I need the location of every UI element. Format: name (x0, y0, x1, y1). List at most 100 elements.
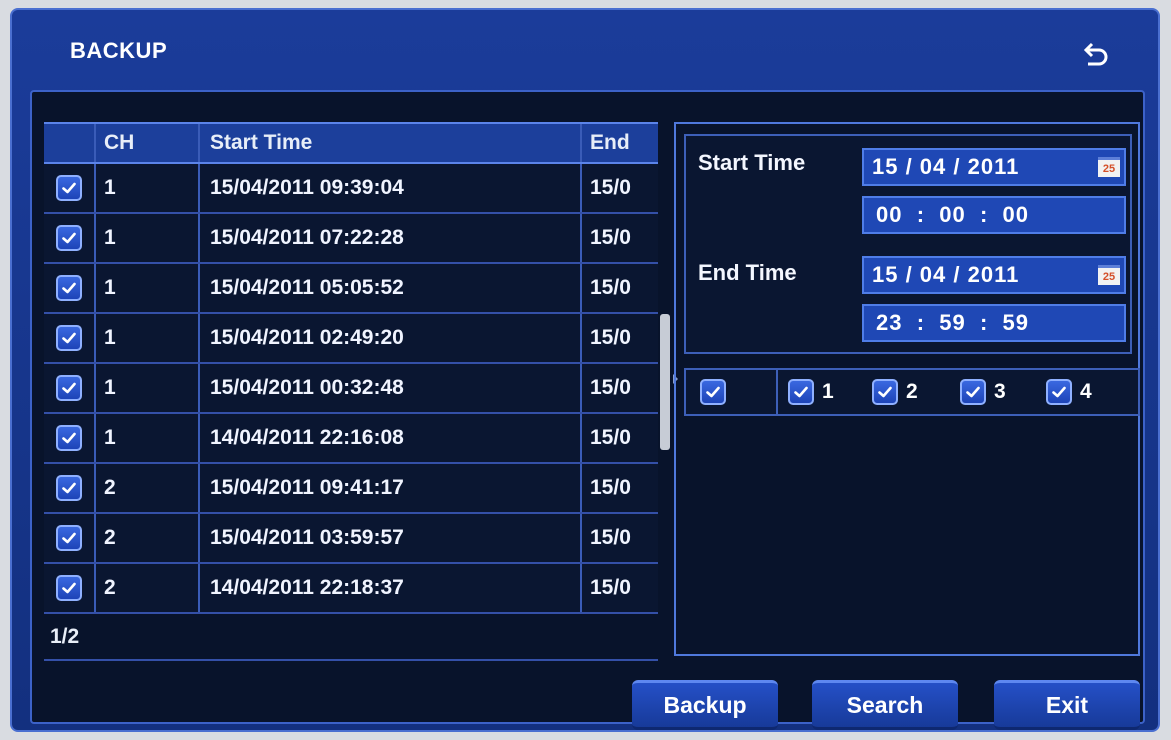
table-row[interactable]: 1 15/04/2011 07:22:28 15/0 (44, 214, 658, 264)
record-table: CH Start Time End 1 15/04/2011 09:39:04 15… (44, 122, 658, 661)
check-icon (705, 384, 721, 400)
row-ch: 1 (94, 214, 198, 262)
row-start-time: 15/04/2011 02:49:20 (198, 314, 580, 362)
row-end-time: 15/0 (580, 164, 658, 212)
row-checkbox[interactable] (56, 175, 82, 201)
backup-window: BACKUP CH Start Time End 1 15/04/2011 09:… (10, 8, 1160, 732)
row-end-time: 15/0 (580, 564, 658, 612)
end-time-label: End Time (698, 260, 797, 285)
checkbox-box[interactable] (1046, 379, 1072, 405)
row-checkbox[interactable] (56, 475, 82, 501)
header-end: End (580, 124, 658, 162)
calendar-icon[interactable]: 25 (1098, 265, 1120, 285)
channel-checkbox[interactable]: 2 (872, 379, 918, 405)
start-time-label: Start Time (698, 150, 806, 175)
check-icon (61, 480, 77, 496)
row-ch: 1 (94, 364, 198, 412)
channel-divider (776, 370, 778, 414)
row-checkbox[interactable] (56, 375, 82, 401)
row-ch: 2 (94, 564, 198, 612)
table-row[interactable]: 2 14/04/2011 22:18:37 15/0 (44, 564, 658, 614)
row-checkbox[interactable] (56, 525, 82, 551)
channel-checkbox[interactable]: 1 (788, 379, 834, 405)
row-select-cell (44, 414, 94, 462)
row-start-time: 15/04/2011 00:32:48 (198, 364, 580, 412)
row-start-time: 15/04/2011 09:41:17 (198, 464, 580, 512)
channel-label: 2 (906, 380, 918, 403)
row-ch: 1 (94, 264, 198, 312)
row-start-time: 14/04/2011 22:18:37 (198, 564, 580, 612)
row-select-cell (44, 264, 94, 312)
start-date-field[interactable]: 15 / 04 / 2011 25 (862, 148, 1126, 186)
start-time-value: 00 : 00 : 00 (876, 202, 1029, 227)
end-time-field[interactable]: 23 : 59 : 59 (862, 304, 1126, 342)
return-arrow-icon[interactable] (1080, 40, 1110, 70)
row-start-time: 15/04/2011 05:05:52 (198, 264, 580, 312)
check-icon (793, 384, 809, 400)
channel-label: 3 (994, 380, 1006, 403)
checkbox-box[interactable] (872, 379, 898, 405)
table-row[interactable]: 1 15/04/2011 02:49:20 15/0 (44, 314, 658, 364)
search-button[interactable]: Search (812, 680, 958, 730)
row-checkbox[interactable] (56, 425, 82, 451)
channel-all-checkbox[interactable] (700, 379, 734, 405)
table-row[interactable]: 1 15/04/2011 09:39:04 15/0 (44, 164, 658, 214)
checkbox-box[interactable] (700, 379, 726, 405)
row-start-time: 15/04/2011 03:59:57 (198, 514, 580, 562)
header-ch: CH (94, 124, 198, 162)
row-checkbox[interactable] (56, 325, 82, 351)
checkbox-box[interactable] (960, 379, 986, 405)
row-checkbox[interactable] (56, 575, 82, 601)
check-icon (965, 384, 981, 400)
channel-selector: 1 2 3 4 (684, 368, 1140, 416)
row-checkbox[interactable] (56, 225, 82, 251)
calendar-icon[interactable]: 25 (1098, 157, 1120, 177)
header-start-time: Start Time (198, 124, 580, 162)
filter-panel: Start Time 15 / 04 / 2011 25 00 : 00 : 0… (674, 122, 1140, 656)
channel-checkbox[interactable]: 4 (1046, 379, 1092, 405)
table-row[interactable]: 1 15/04/2011 05:05:52 15/0 (44, 264, 658, 314)
check-icon (61, 430, 77, 446)
row-ch: 1 (94, 414, 198, 462)
exit-button[interactable]: Exit (994, 680, 1140, 730)
time-range-box: Start Time 15 / 04 / 2011 25 00 : 00 : 0… (684, 134, 1132, 354)
channel-checkbox[interactable]: 3 (960, 379, 1006, 405)
check-icon (61, 580, 77, 596)
table-row[interactable]: 1 14/04/2011 22:16:08 15/0 (44, 414, 658, 464)
start-time-field[interactable]: 00 : 00 : 00 (862, 196, 1126, 234)
row-select-cell (44, 564, 94, 612)
check-icon (61, 330, 77, 346)
row-select-cell (44, 514, 94, 562)
table-row[interactable]: 2 15/04/2011 03:59:57 15/0 (44, 514, 658, 564)
end-date-field[interactable]: 15 / 04 / 2011 25 (862, 256, 1126, 294)
row-select-cell (44, 364, 94, 412)
table-header: CH Start Time End (44, 122, 658, 164)
row-end-time: 15/0 (580, 514, 658, 562)
end-time-value: 23 : 59 : 59 (876, 310, 1029, 335)
row-end-time: 15/0 (580, 414, 658, 462)
row-start-time: 15/04/2011 09:39:04 (198, 164, 580, 212)
table-row[interactable]: 1 15/04/2011 00:32:48 15/0 (44, 364, 658, 414)
row-end-time: 15/0 (580, 314, 658, 362)
window-title: BACKUP (70, 38, 168, 63)
row-checkbox[interactable] (56, 275, 82, 301)
check-icon (61, 230, 77, 246)
row-end-time: 15/0 (580, 264, 658, 312)
backup-button[interactable]: Backup (632, 680, 778, 730)
row-start-time: 15/04/2011 07:22:28 (198, 214, 580, 262)
checkbox-box[interactable] (788, 379, 814, 405)
backup-content: CH Start Time End 1 15/04/2011 09:39:04 15… (30, 90, 1145, 724)
end-date-value: 15 / 04 / 2011 (872, 262, 1020, 287)
table-row[interactable]: 2 15/04/2011 09:41:17 15/0 (44, 464, 658, 514)
channel-label: 4 (1080, 380, 1092, 403)
header-select (44, 124, 94, 162)
page-indicator: 1/2 (44, 615, 658, 661)
row-end-time: 15/0 (580, 464, 658, 512)
check-icon (61, 380, 77, 396)
row-select-cell (44, 214, 94, 262)
check-icon (1051, 384, 1067, 400)
row-select-cell (44, 164, 94, 212)
table-scrollbar[interactable] (660, 314, 670, 450)
row-end-time: 15/0 (580, 364, 658, 412)
channel-label: 1 (822, 380, 834, 403)
